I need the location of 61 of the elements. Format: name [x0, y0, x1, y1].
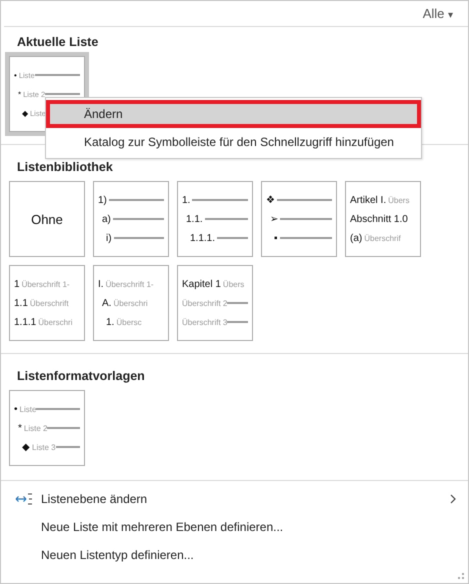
list-marker: ◆ [22, 108, 28, 118]
list-marker: 1.1. [186, 214, 203, 224]
list-style-thumbnail[interactable]: 1 Überschrift 1- 1.1 Überschrift 1.1.1 Überschri [9, 265, 85, 341]
list-marker: I. [98, 278, 104, 290]
heading-preview-text: Überschrift 2 [182, 298, 228, 308]
menu-item[interactable]: Ändern [46, 100, 421, 128]
list-marker: 1.1.1. [190, 232, 216, 244]
list-style-thumbnail[interactable]: Ohne [9, 181, 85, 257]
list-marker: ▪ [274, 232, 278, 244]
list-marker: i) [106, 232, 112, 244]
list-marker: • [14, 404, 18, 414]
heading-preview-text: Überschrift 1- [106, 280, 154, 288]
list-marker: A. [102, 298, 112, 308]
filter-dropdown[interactable]: Alle ▾ [422, 6, 453, 21]
list-style-thumbnail[interactable]: Artikel I. Übers Abschnitt 1.0 (a) Überschrif [345, 181, 421, 257]
resize-grip-icon [458, 573, 464, 579]
heading-preview-text: Übersc [116, 318, 142, 326]
list-marker: ➢ [270, 213, 278, 225]
list-marker: ◆ [22, 441, 30, 453]
section-heading: Listenformatvorlagen [16, 368, 146, 385]
heading-preview-text: Überschrift [30, 298, 69, 308]
heading-preview-text: Überschri [38, 318, 72, 326]
heading-preview-text: Übers [388, 196, 410, 204]
list-marker: a) [102, 214, 111, 224]
list-marker: 1 [14, 278, 20, 290]
menu-command[interactable]: Neuen Listentyp definieren... [1, 541, 468, 569]
list-marker: 1.1 [14, 298, 28, 308]
heading-preview-text: Liste 2 [24, 424, 48, 432]
list-marker: Abschnitt 1.0 [350, 214, 408, 224]
list-marker: 1.1.1 [14, 316, 36, 328]
list-marker: ❖ [266, 194, 275, 206]
heading-preview-text: Überschrift 3 [182, 318, 228, 326]
list-style-thumbnail[interactable]: • Liste * Liste 2 ◆ Liste 3 [9, 390, 85, 466]
list-style-thumbnail[interactable]: ❖ ➢ ▪ [261, 181, 337, 257]
thumbnail-label: Ohne [31, 212, 63, 226]
heading-preview-text: Überschrift 1- [22, 280, 70, 288]
list-style-thumbnail[interactable]: I. Überschrift 1- A. Überschri 1. Übersc [93, 265, 169, 341]
section-heading: Aktuelle Liste [16, 34, 100, 51]
menu-command[interactable]: Listenebene ändern [1, 485, 468, 513]
heading-preview-text: Übers [222, 280, 244, 288]
section-heading: Listenbibliothek [16, 159, 114, 176]
menu-command[interactable]: Neue Liste mit mehreren Ebenen definieren... [1, 513, 468, 541]
list-marker: 1. [182, 194, 190, 206]
list-marker: * [18, 422, 22, 434]
list-marker: • [14, 70, 17, 80]
list-marker: * [18, 90, 22, 98]
list-marker: 1) [98, 194, 107, 206]
list-style-thumbnail[interactable]: 1) a) i) [93, 181, 169, 257]
menu-item[interactable]: Katalog zur Symbolleiste für den Schnellzugriff hinzufügen [46, 128, 421, 156]
list-style-thumbnail[interactable]: Kapitel 1 Übers Überschrift 2 Überschrift 3 [177, 265, 253, 341]
chevron-icon [450, 494, 456, 504]
list-marker: Kapitel 1 [182, 278, 221, 290]
indent-arrow-icon [15, 493, 33, 505]
list-marker: (a) [350, 232, 362, 244]
heading-preview-text: Überschrif [364, 234, 401, 242]
list-marker: 1. [106, 316, 114, 328]
list-marker: Artikel I. [350, 194, 386, 206]
heading-preview-text: Überschri [113, 298, 148, 308]
list-style-thumbnail[interactable]: 1.1.1. 1.1.1. [177, 181, 253, 257]
heading-preview-text: Liste [20, 404, 36, 414]
heading-preview-text: Liste 3 [32, 442, 56, 452]
